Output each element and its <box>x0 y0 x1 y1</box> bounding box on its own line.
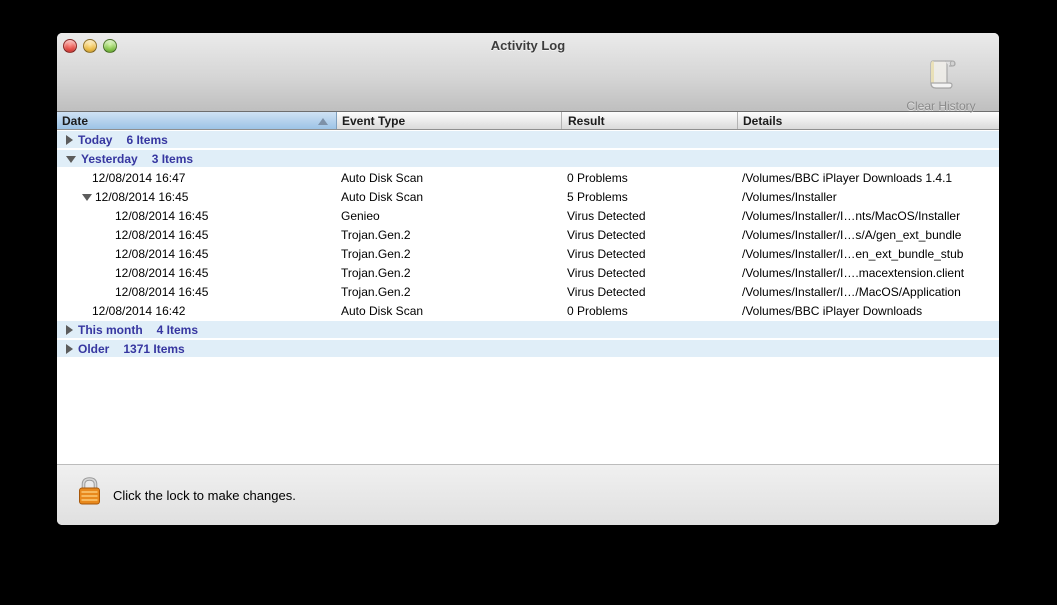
row-details: /Volumes/Installer <box>742 189 837 204</box>
row-event-type: Auto Disk Scan <box>341 170 424 185</box>
row-result: Virus Detected <box>567 208 646 223</box>
row-event-type: Trojan.Gen.2 <box>341 227 411 242</box>
group-row[interactable]: Yesterday 3 Items <box>57 149 999 168</box>
group-row[interactable]: Today 6 Items <box>57 130 999 149</box>
row-event-type: Trojan.Gen.2 <box>341 246 411 261</box>
row-event-type: Trojan.Gen.2 <box>341 265 411 280</box>
group-item-count: 3 Items <box>151 151 194 166</box>
row-details: /Volumes/Installer/I…/MacOS/Application <box>742 284 961 299</box>
group-row[interactable]: Older 1371 Items <box>57 339 999 358</box>
row-date: 12/08/2014 16:45 <box>115 246 209 261</box>
row-date: 12/08/2014 16:45 <box>95 189 189 204</box>
group-label: Today <box>78 132 113 147</box>
group-row[interactable]: This month 4 Items <box>57 320 999 339</box>
group-item-count: 6 Items <box>126 132 168 147</box>
row-date: 12/08/2014 16:45 <box>115 227 209 242</box>
row-details: /Volumes/Installer/I…en_ext_bundle_stub <box>742 246 964 261</box>
sort-ascending-icon <box>318 118 328 125</box>
column-header-event-type[interactable]: Event Type <box>336 112 561 129</box>
row-date: 12/08/2014 16:45 <box>115 208 209 223</box>
disclosure-down-icon[interactable] <box>82 193 92 201</box>
disclosure-right-icon[interactable] <box>66 135 73 146</box>
row-details: /Volumes/BBC iPlayer Downloads 1.4.1 <box>742 170 953 185</box>
column-header-details[interactable]: Details <box>737 112 999 129</box>
row-details: /Volumes/BBC iPlayer Downloads <box>742 303 923 318</box>
clear-history-label: Clear History <box>906 99 976 113</box>
row-event-type: Genieo <box>341 208 380 223</box>
group-item-count: 1371 Items <box>123 341 185 356</box>
table-header: Date Event Type Result Details <box>57 112 999 130</box>
row-date: 12/08/2014 16:45 <box>115 284 209 299</box>
log-row[interactable]: 12/08/2014 16:47 Auto Disk Scan 0 Problems… <box>57 168 999 187</box>
row-details: /Volumes/Installer/I…nts/MacOS/Installer <box>742 208 961 223</box>
log-row[interactable]: 12/08/2014 16:45 Auto Disk Scan 5 Problems… <box>57 187 999 206</box>
row-event-type: Auto Disk Scan <box>341 189 424 204</box>
lock-message: Click the lock to make changes. <box>113 488 296 503</box>
window-title: Activity Log <box>490 38 566 53</box>
disclosure-right-icon[interactable] <box>66 325 73 336</box>
row-date: 12/08/2014 16:47 <box>92 170 186 185</box>
log-row[interactable]: 12/08/2014 16:45 Trojan.Gen.2 Virus Detect… <box>57 225 999 244</box>
log-table-body: Today 6 Items Yesterday 3 Items 12/08/2014 1… <box>57 130 999 464</box>
disclosure-right-icon[interactable] <box>66 344 73 355</box>
row-result: 5 Problems <box>567 189 628 204</box>
clear-history-button[interactable]: Clear History <box>889 55 993 113</box>
row-result: Virus Detected <box>567 265 646 280</box>
log-row[interactable]: 12/08/2014 16:42 Auto Disk Scan 0 Problems… <box>57 301 999 320</box>
title-bar[interactable]: Activity Log Clear History <box>57 33 999 113</box>
row-event-type: Auto Disk Scan <box>341 303 424 318</box>
group-label: Yesterday <box>81 151 138 166</box>
column-header-date[interactable]: Date <box>57 112 336 129</box>
row-date: 12/08/2014 16:45 <box>115 265 209 280</box>
row-result: 0 Problems <box>567 170 628 185</box>
row-result: Virus Detected <box>567 284 646 299</box>
row-date: 12/08/2014 16:42 <box>92 303 186 318</box>
row-result: Virus Detected <box>567 246 646 261</box>
row-result: 0 Problems <box>567 303 628 318</box>
log-row[interactable]: 12/08/2014 16:45 Genieo Virus Detected/Vol… <box>57 206 999 225</box>
disclosure-down-icon[interactable] <box>66 155 76 163</box>
row-details: /Volumes/Installer/I…s/A/gen_ext_bundle <box>742 227 962 242</box>
group-label: Older <box>78 341 110 356</box>
row-result: Virus Detected <box>567 227 646 242</box>
log-row[interactable]: 12/08/2014 16:45 Trojan.Gen.2 Virus Detect… <box>57 244 999 263</box>
column-header-result[interactable]: Result <box>561 112 737 129</box>
footer-bar: Click the lock to make changes. <box>57 464 999 525</box>
group-item-count: 4 Items <box>156 322 199 337</box>
lock-icon[interactable] <box>77 476 102 511</box>
log-row[interactable]: 12/08/2014 16:45 Trojan.Gen.2 Virus Detect… <box>57 282 999 301</box>
group-label: This month <box>78 322 143 337</box>
row-event-type: Trojan.Gen.2 <box>341 284 411 299</box>
log-row[interactable]: 12/08/2014 16:45 Trojan.Gen.2 Virus Detect… <box>57 263 999 282</box>
activity-log-window: Activity Log Clear History Date Event Ty… <box>57 33 999 525</box>
scroll-icon <box>921 55 961 98</box>
row-details: /Volumes/Installer/I….macextension.clien… <box>742 265 965 280</box>
